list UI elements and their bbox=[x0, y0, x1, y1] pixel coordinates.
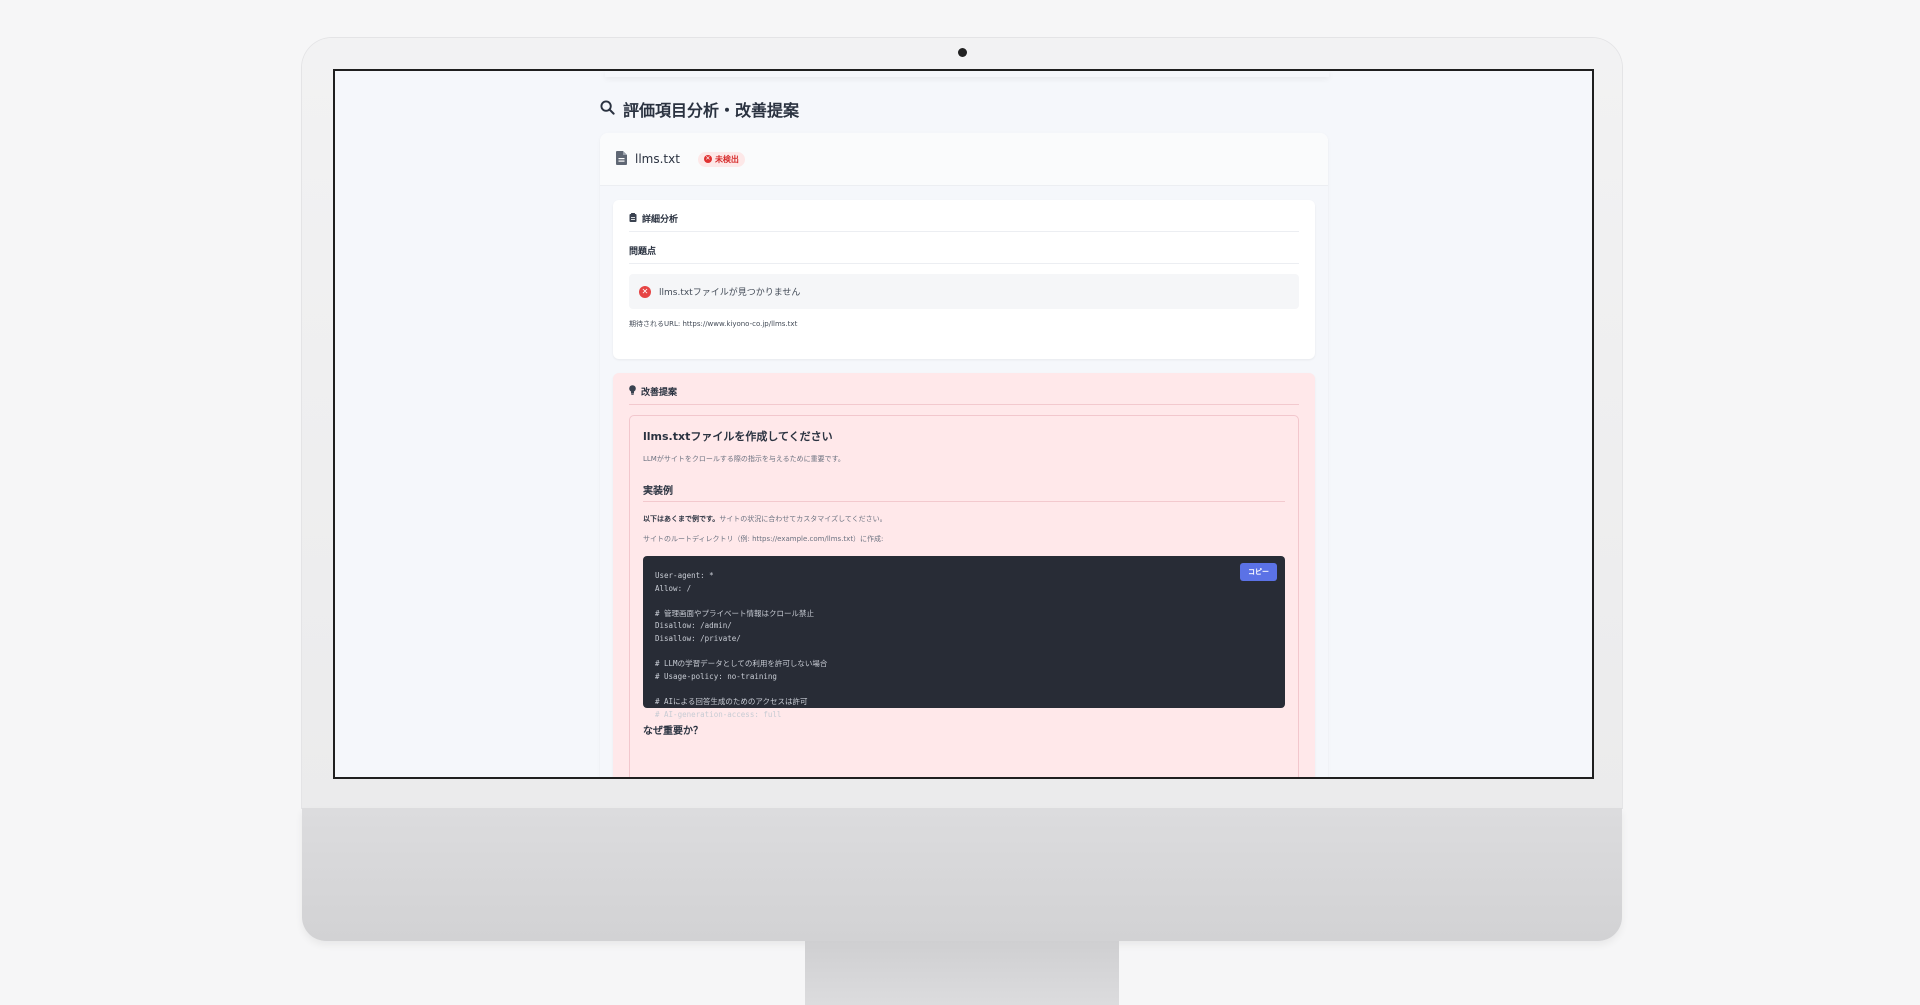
x-circle-icon: ✕ bbox=[703, 155, 712, 163]
issue-item: ✕ llms.txtファイルが見つかりません bbox=[629, 274, 1299, 309]
example-heading: 実装例 bbox=[643, 482, 1285, 502]
issue-text: llms.txtファイルが見つかりません bbox=[659, 288, 801, 298]
analysis-section: 詳細分析 問題点 ✕ llms.txtファイルが見つかりません 期待されるURL… bbox=[613, 200, 1315, 359]
file-name: llms.txt bbox=[635, 152, 680, 166]
page-title-text: 評価項目分析・改善提案 bbox=[623, 101, 800, 120]
clipboard-icon bbox=[629, 212, 637, 225]
card-header[interactable]: llms.txt ✕ 未検出 bbox=[600, 133, 1328, 186]
evaluation-card: llms.txt ✕ 未検出 詳細分析 問題点 ✕ llms.txtファイルが見… bbox=[600, 133, 1328, 777]
problems-heading: 問題点 bbox=[629, 232, 1299, 264]
monitor-chin bbox=[302, 808, 1622, 941]
example-note: 以下はあくまで例です。サイトの状況に合わせてカスタマイズしてください。 bbox=[643, 514, 1285, 524]
search-icon bbox=[600, 99, 615, 119]
screen: 評価項目分析・改善提案 llms.txt ✕ 未検出 詳細分析 問題点 ✕ ll… bbox=[333, 69, 1594, 779]
expected-url: 期待されるURL: https://www.kiyono-co.jp/llms.… bbox=[629, 320, 798, 328]
monitor-stand bbox=[805, 941, 1119, 1005]
example-note-rest: サイトの状況に合わせてカスタマイズしてください。 bbox=[719, 515, 887, 523]
example-note-bold: 以下はあくまで例です。 bbox=[643, 515, 720, 523]
file-icon bbox=[616, 150, 627, 169]
card-body: 詳細分析 問題点 ✕ llms.txtファイルが見つかりません 期待されるURL… bbox=[600, 186, 1328, 777]
proposal-section: 改善提案 llms.txtファイルを作成してください LLMがサイトをクロールす… bbox=[613, 373, 1315, 777]
analysis-title: 詳細分析 bbox=[629, 212, 1299, 232]
x-circle-icon: ✕ bbox=[639, 285, 651, 298]
proposal-item-desc: LLMがサイトをクロールする際の指示を与えるために重要です。 bbox=[643, 455, 845, 463]
lightbulb-icon bbox=[629, 385, 636, 398]
camera-icon bbox=[958, 48, 967, 57]
code-text: User-agent: * Allow: / # 管理画面やプライベート情報はク… bbox=[655, 571, 828, 719]
code-example[interactable]: コピー User-agent: * Allow: / # 管理画面やプライベート情… bbox=[643, 556, 1285, 719]
proposal-item-title: llms.txtファイルを作成してください bbox=[643, 430, 833, 443]
status-badge: ✕ 未検出 bbox=[697, 151, 745, 167]
status-badge-label: 未検出 bbox=[714, 154, 739, 164]
copy-button[interactable]: コピー bbox=[1240, 563, 1277, 581]
page-title: 評価項目分析・改善提案 bbox=[600, 97, 799, 121]
proposal-title-text: 改善提案 bbox=[641, 388, 678, 398]
proposal-title: 改善提案 bbox=[629, 385, 1299, 405]
proposal-item: llms.txtファイルを作成してください LLMがサイトをクロールする際の指示… bbox=[629, 415, 1299, 777]
why-important-heading: なぜ重要か？ bbox=[643, 726, 703, 737]
example-location-note: サイトのルートディレクトリ（例: https://example.com/llm… bbox=[643, 535, 884, 543]
analysis-title-text: 詳細分析 bbox=[642, 215, 679, 225]
header-shadow bbox=[605, 71, 1329, 77]
